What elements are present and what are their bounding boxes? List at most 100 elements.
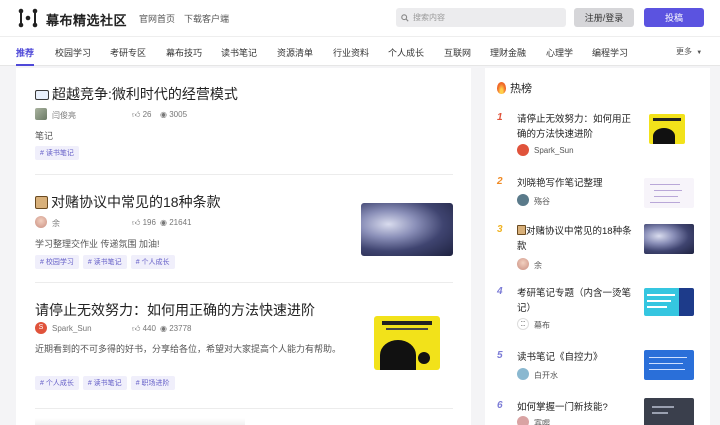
divider	[35, 408, 453, 409]
hot-item[interactable]: 3 对赌协议中常见的18种条款 余	[497, 224, 702, 284]
rank-number: 4	[497, 286, 503, 297]
article-title[interactable]: 请停止无效努力：如何用正确的方法快速进阶	[35, 300, 315, 320]
book-cover-thumbnail[interactable]	[374, 316, 440, 370]
tag-list: # 个人成长 # 读书笔记 # 职场进阶	[35, 376, 175, 390]
article-card[interactable]: 超越竞争:微利时代的经营模式 闫俊亮 👍︎ 26 ◉ 3005 笔记 # 读书笔…	[35, 84, 453, 174]
hot-item[interactable]: 5 读书笔记《自控力》 白开水	[497, 350, 702, 390]
avatar	[35, 108, 47, 120]
tab-internet[interactable]: 互联网	[444, 46, 471, 59]
login-button[interactable]: 注册/登录	[574, 8, 634, 27]
hot-item-thumbnail[interactable]	[649, 114, 685, 144]
hot-item[interactable]: 2 刘晓艳写作笔记整理 殇谷	[497, 176, 702, 216]
hot-item-thumbnail[interactable]	[644, 350, 694, 380]
download-client-link[interactable]: 下载客户端	[184, 12, 229, 25]
tablet-icon	[35, 90, 49, 100]
active-tab-indicator	[16, 64, 34, 66]
scroll-icon	[517, 225, 526, 235]
post-button[interactable]: 投稿	[644, 8, 704, 27]
tab-psychology[interactable]: 心理学	[546, 46, 573, 59]
article-title[interactable]: 对赌协议中常见的18种条款	[35, 192, 221, 212]
search-icon	[401, 13, 409, 22]
article-summary: 近期看到的不可多得的好书，分享给各位，希望对大家提高个人能力有帮助。	[35, 344, 342, 354]
tag[interactable]: # 个人成长	[130, 255, 175, 269]
caret-down-icon: ▼	[696, 50, 703, 56]
more-dropdown[interactable]: 更多 ▼	[676, 46, 702, 57]
rank-number: 3	[497, 224, 503, 235]
search-input[interactable]: 搜索内容	[396, 8, 566, 27]
hot-item-thumbnail[interactable]	[644, 178, 694, 208]
hot-item-thumbnail[interactable]	[644, 398, 694, 425]
tag[interactable]: # 读书笔记	[35, 146, 79, 160]
official-home-link[interactable]: 官网首页	[139, 12, 175, 25]
scroll-icon	[35, 196, 48, 209]
views-count: ◉ 23778	[160, 324, 192, 333]
article-summary: 学习整理交作业 传递氛围 加油!	[35, 239, 160, 249]
tag[interactable]: # 校园学习	[35, 255, 79, 269]
site-name[interactable]: 幕布精选社区	[46, 10, 127, 29]
tab-growth[interactable]: 个人成长	[388, 46, 424, 59]
eye-icon: ◉	[160, 218, 167, 227]
hot-item-thumbnail[interactable]	[644, 224, 694, 254]
likes-count: 👍︎ 196	[132, 218, 156, 227]
category-nav: 推荐 校园学习 考研专区 幕布技巧 读书笔记 资源清单 行业资料 个人成长 互联…	[0, 36, 720, 66]
hot-item-title[interactable]: 考研笔记专题（内含一烫笔记）	[517, 286, 639, 316]
tab-reading-notes[interactable]: 读书笔记	[221, 46, 257, 59]
tab-finance[interactable]: 理财金融	[490, 46, 526, 59]
article-list: 超越竞争:微利时代的经营模式 闫俊亮 👍︎ 26 ◉ 3005 笔记 # 读书笔…	[16, 68, 471, 425]
article-thumbnail[interactable]	[361, 203, 453, 256]
thumbs-up-icon: 👍︎	[132, 218, 141, 227]
tag[interactable]: # 读书笔记	[82, 376, 127, 390]
tab-recommend[interactable]: 推荐	[16, 46, 34, 59]
likes-count: 👍︎ 440	[132, 324, 156, 333]
views-count: ◉ 3005	[160, 110, 188, 119]
rank-number: 1	[497, 112, 503, 123]
rank-number: 5	[497, 350, 503, 361]
flame-icon	[497, 82, 506, 94]
thumbs-up-icon: 👍︎	[132, 110, 141, 119]
eye-icon: ◉	[160, 110, 167, 119]
tab-postgrad[interactable]: 考研专区	[110, 46, 146, 59]
avatar	[517, 194, 529, 206]
tag[interactable]: # 读书笔记	[82, 255, 127, 269]
thumbs-up-icon: 👍︎	[132, 324, 141, 333]
tab-campus[interactable]: 校园学习	[55, 46, 91, 59]
tab-programming[interactable]: 编程学习	[592, 46, 628, 59]
article-summary: 笔记	[35, 131, 54, 141]
hot-item-title[interactable]: 读书笔记《自控力》	[517, 350, 639, 365]
likes-count: 👍︎ 26	[132, 110, 152, 119]
hot-item[interactable]: 6 如何掌握一门新技能? 寡嘤	[497, 398, 702, 425]
article-title[interactable]: 超越竞争:微利时代的经营模式	[35, 84, 238, 104]
divider	[35, 282, 453, 283]
author-name[interactable]: 闫俊亮	[52, 110, 76, 121]
views-count: ◉ 21641	[160, 218, 192, 227]
search-placeholder: 搜索内容	[413, 13, 445, 22]
hot-item[interactable]: 4 考研笔记专题（内含一烫笔记） ⁚⁚ 幕布	[497, 286, 702, 336]
more-label: 更多	[676, 47, 692, 56]
hot-item-title[interactable]: 如何掌握一门新技能?	[517, 400, 639, 415]
mubu-logo-icon[interactable]	[18, 8, 38, 28]
rank-number: 2	[497, 176, 503, 187]
avatar	[517, 144, 529, 156]
avatar	[35, 216, 47, 228]
hot-list-title: 热榜	[510, 83, 532, 95]
hot-item-title[interactable]: 刘晓艳写作笔记整理	[517, 176, 639, 191]
eye-icon: ◉	[160, 324, 167, 333]
divider	[35, 174, 453, 175]
hot-list-header: 热榜	[497, 80, 532, 96]
tag[interactable]: # 个人成长	[35, 376, 79, 390]
avatar	[517, 416, 529, 425]
top-header: 幕布精选社区 官网首页 下载客户端 搜索内容 注册/登录 投稿	[0, 0, 720, 36]
tag-list: # 读书笔记	[35, 146, 79, 160]
tag[interactable]: # 职场进阶	[130, 376, 175, 390]
hot-item-title[interactable]: 对赌协议中常见的18种条款	[517, 224, 639, 254]
tag-list: # 校园学习 # 读书笔记 # 个人成长	[35, 255, 175, 269]
hot-item-thumbnail[interactable]	[644, 288, 694, 316]
avatar	[517, 368, 529, 380]
author-name[interactable]: Spark_Sun	[52, 324, 92, 333]
hot-item-title[interactable]: 请停止无效努力：如何用正确的方法快速进阶	[517, 112, 639, 142]
hot-item[interactable]: 1 请停止无效努力：如何用正确的方法快速进阶 Spark_Sun	[497, 112, 702, 162]
tab-resources[interactable]: 资源清单	[277, 46, 313, 59]
tab-mubu-tips[interactable]: 幕布技巧	[166, 46, 202, 59]
author-name[interactable]: 余	[52, 218, 60, 229]
tab-industry[interactable]: 行业资料	[333, 46, 369, 59]
